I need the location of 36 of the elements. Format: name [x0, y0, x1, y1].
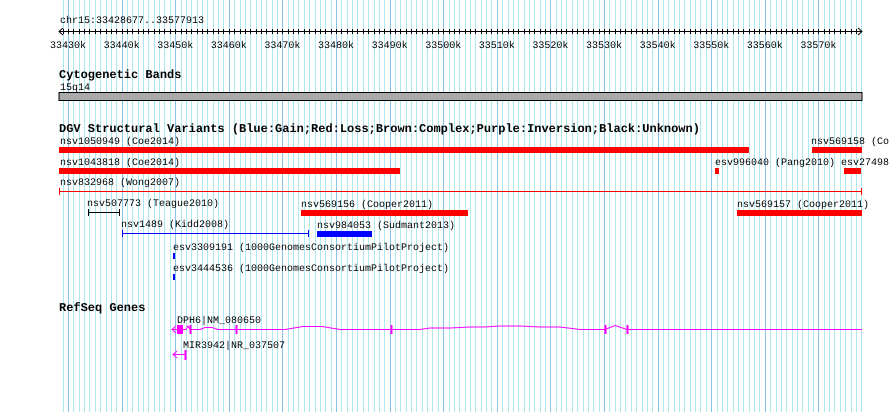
tick-label: 33550k: [693, 41, 730, 52]
tick-label: 33510k: [478, 41, 515, 52]
variant-label: esv996040 (Pang2010): [715, 158, 836, 169]
band-label: 15q14: [60, 83, 90, 94]
variant-label: esv3444536 (1000GenomesConsortiumPilotProject): [173, 264, 450, 275]
tick-label: 33540k: [640, 41, 676, 52]
gene-label: DPH6|NM_080650: [177, 316, 262, 327]
variant-label: nsv984053 (Sudmant2013): [317, 221, 456, 232]
variant-label: esv3309191 (1000GenomesConsortiumPilotProject): [173, 243, 450, 254]
gene-model-drawing: [172, 350, 186, 360]
track-title: DGV Structural Variants (Blue:Gain;Red:Loss;Brown:Complex;Purple:Inversion;Black:Unknown): [59, 122, 700, 136]
tick-label: 33470k: [264, 41, 300, 52]
variant-label: nsv1489 (Kidd2008): [121, 220, 230, 231]
tick-label: 33530k: [586, 41, 622, 52]
variant-label: nsv1043818 (Coe2014): [60, 158, 180, 169]
variant-label: esv27498: [841, 158, 890, 169]
gene-label: MIR3942|NR_037507: [183, 341, 286, 352]
tick-label: 33480k: [318, 41, 354, 52]
tick-label: 33440k: [104, 41, 140, 52]
track-title: RefSeq Genes: [59, 301, 146, 315]
variant-label: nsv832968 (Wong2007): [60, 178, 180, 189]
tick-label: 33490k: [372, 41, 408, 52]
tick-label: 33520k: [532, 41, 568, 52]
tick-label: 33460k: [210, 41, 247, 52]
variant-label: nsv569157 (Cooper2011): [737, 200, 870, 211]
tick-label: 33430k: [50, 41, 86, 52]
variant-label: nsv569158 (Co: [811, 137, 890, 148]
variant-label: nsv507773 (Teague2010): [87, 199, 220, 210]
tick-label: 33560k: [746, 41, 783, 52]
track-title: Cytogenetic Bands: [59, 68, 182, 82]
variant-label: nsv569156 (Cooper2011): [301, 200, 434, 211]
tick-label: 33450k: [157, 41, 194, 52]
tick-label: 33570k: [800, 41, 836, 52]
variant-label: nsv1050949 (Coe2014): [60, 137, 180, 148]
tick-label: 33500k: [425, 41, 462, 52]
ruler-title: chr15:33428677..33577913: [60, 16, 204, 27]
